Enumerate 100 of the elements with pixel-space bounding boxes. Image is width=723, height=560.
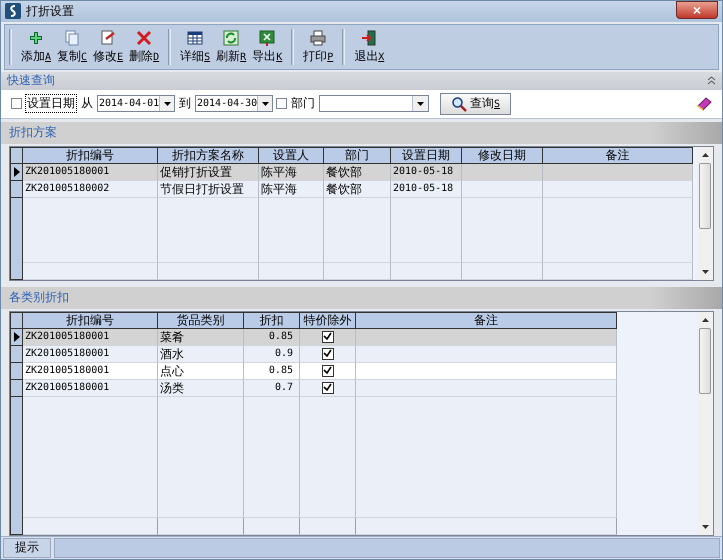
delete-icon[interactable] bbox=[135, 28, 154, 47]
column-header[interactable]: 折扣编号 bbox=[23, 312, 158, 329]
toolbar-button[interactable]: 复制C bbox=[54, 24, 90, 69]
table-row[interactable]: ZK201005180001 酒水 0.9 bbox=[10, 346, 693, 363]
table-cell: 0.7 bbox=[244, 380, 300, 397]
toolbar-button[interactable]: 退出X bbox=[351, 24, 388, 69]
row-header[interactable] bbox=[10, 362, 23, 380]
row-header[interactable] bbox=[10, 380, 23, 397]
table-cell: 餐饮部 bbox=[324, 164, 391, 180]
table-cell: ZK201005180002 bbox=[23, 180, 158, 198]
column-header[interactable]: 备注 bbox=[356, 312, 617, 329]
table-cell: 陈平海 bbox=[259, 180, 324, 198]
table-row[interactable]: ZK201005180001 点心 0.85 bbox=[10, 362, 693, 380]
column-header[interactable]: 修改日期 bbox=[462, 146, 543, 164]
table-cell: 促销打折设置 bbox=[158, 164, 259, 180]
printer-icon[interactable] bbox=[309, 28, 328, 47]
to-label: 到 bbox=[178, 95, 192, 112]
table-cell: 0.85 bbox=[244, 328, 300, 346]
table-cell: ZK201005180001 bbox=[23, 362, 158, 380]
toolbar-button[interactable]: 删除D bbox=[126, 24, 162, 69]
window-title: 打折设置 bbox=[26, 2, 74, 20]
scroll-down-icon[interactable] bbox=[702, 270, 708, 274]
row-header[interactable] bbox=[10, 328, 23, 346]
column-header[interactable]: 部门 bbox=[324, 146, 391, 164]
scroll-down-icon[interactable] bbox=[702, 525, 708, 530]
table-cell: ZK201005180001 bbox=[23, 346, 158, 363]
copy-icon[interactable] bbox=[63, 28, 82, 47]
toolbar-button[interactable]: 刷新R bbox=[213, 24, 250, 69]
table-row[interactable]: ZK201005180001 菜肴 0.85 bbox=[10, 328, 693, 346]
exit-door-icon[interactable] bbox=[360, 28, 378, 47]
table-cell: 2010-05-18 bbox=[391, 180, 462, 198]
date-field[interactable]: 2014-04-30 bbox=[195, 95, 273, 112]
scrollbar-thumb[interactable] bbox=[699, 162, 711, 228]
table-cell: ZK201005180001 bbox=[23, 164, 158, 180]
checkbox-label[interactable]: 设置日期 bbox=[25, 94, 77, 114]
column-header[interactable]: 折扣方案名称 bbox=[158, 146, 259, 164]
section-title: 各类别折扣 bbox=[9, 289, 69, 306]
spreadsheet-icon[interactable] bbox=[258, 28, 276, 47]
toolbar-button[interactable]: 添加A bbox=[18, 24, 54, 69]
checkbox[interactable] bbox=[276, 98, 287, 110]
collapse-icon[interactable] bbox=[707, 76, 716, 86]
checkbox[interactable] bbox=[322, 364, 334, 377]
table-cell: 0.85 bbox=[244, 362, 300, 380]
table-row[interactable]: ZK201005180001 汤类 0.7 bbox=[10, 380, 693, 397]
scrollbar[interactable] bbox=[697, 312, 713, 536]
dropdown-icon[interactable] bbox=[417, 102, 424, 106]
status-label: 提示 bbox=[3, 538, 51, 558]
column-header[interactable]: 折扣 bbox=[244, 312, 300, 329]
table-cell: 0.9 bbox=[244, 346, 300, 363]
table-row[interactable]: ZK201005180001 促销打折设置 陈平海 餐饮部 2010-05-18 bbox=[10, 164, 693, 180]
column-header[interactable]: 特价除外 bbox=[300, 312, 356, 329]
checkbox[interactable] bbox=[322, 348, 334, 360]
checkbox[interactable] bbox=[322, 330, 334, 343]
table-row[interactable]: ZK201005180002 节假日打折设置 陈平海 餐饮部 2010-05-18 bbox=[10, 180, 693, 198]
column-header[interactable]: 备注 bbox=[543, 146, 693, 164]
table-cell: ZK201005180001 bbox=[23, 380, 158, 397]
table-cell: 汤类 bbox=[158, 380, 244, 397]
table-cell: 酒水 bbox=[158, 346, 244, 363]
checkbox-label[interactable]: 部门 bbox=[290, 95, 316, 112]
row-header bbox=[10, 312, 23, 329]
book-icon[interactable] bbox=[696, 96, 712, 111]
table-cell: 陈平海 bbox=[259, 164, 324, 180]
edit-icon[interactable] bbox=[99, 28, 118, 47]
dropdown-icon[interactable] bbox=[262, 102, 269, 106]
row-header bbox=[10, 146, 23, 164]
row-header[interactable] bbox=[10, 180, 23, 198]
row-header[interactable] bbox=[10, 164, 23, 180]
scrollbar[interactable] bbox=[697, 146, 713, 280]
toolbar-button[interactable]: 修改E bbox=[90, 24, 126, 69]
search-icon[interactable] bbox=[451, 96, 467, 112]
scroll-up-icon[interactable] bbox=[702, 152, 708, 156]
section-title: 快速查询 bbox=[7, 72, 55, 90]
table-cell: 2010-05-18 bbox=[391, 164, 462, 180]
refresh-icon[interactable] bbox=[222, 28, 240, 47]
close-button[interactable]: × bbox=[676, 1, 718, 19]
column-header[interactable]: 设置日期 bbox=[391, 146, 462, 164]
toolbar-button[interactable]: 导出K bbox=[249, 24, 286, 69]
scrollbar-thumb[interactable] bbox=[699, 328, 711, 394]
toolbar-button[interactable]: 详细S bbox=[177, 24, 214, 69]
row-header[interactable] bbox=[10, 263, 23, 280]
current-row-icon bbox=[14, 332, 20, 342]
toolbar-button[interactable]: 打印P bbox=[300, 24, 336, 69]
search-button[interactable]: 查询S bbox=[440, 92, 512, 115]
column-header[interactable]: 货品类别 bbox=[158, 312, 244, 329]
date-field[interactable]: 2014-04-01 bbox=[97, 95, 175, 112]
table-icon[interactable] bbox=[186, 28, 204, 47]
department-dropdown[interactable] bbox=[319, 95, 429, 112]
column-header[interactable]: 设置人 bbox=[259, 146, 324, 164]
section-title: 折扣方案 bbox=[9, 124, 57, 142]
dropdown-icon[interactable] bbox=[164, 102, 171, 106]
table-cell: 节假日打折设置 bbox=[158, 180, 259, 198]
table-cell: 菜肴 bbox=[158, 328, 244, 346]
row-header[interactable] bbox=[10, 346, 23, 363]
scroll-up-icon[interactable] bbox=[702, 318, 708, 322]
table-cell: 餐饮部 bbox=[324, 180, 391, 198]
checkbox[interactable] bbox=[322, 382, 334, 394]
table-cell: ZK201005180001 bbox=[23, 328, 158, 346]
checkbox[interactable] bbox=[11, 98, 22, 110]
table-cell: 点心 bbox=[158, 362, 244, 380]
column-header[interactable]: 折扣编号 bbox=[23, 146, 158, 164]
